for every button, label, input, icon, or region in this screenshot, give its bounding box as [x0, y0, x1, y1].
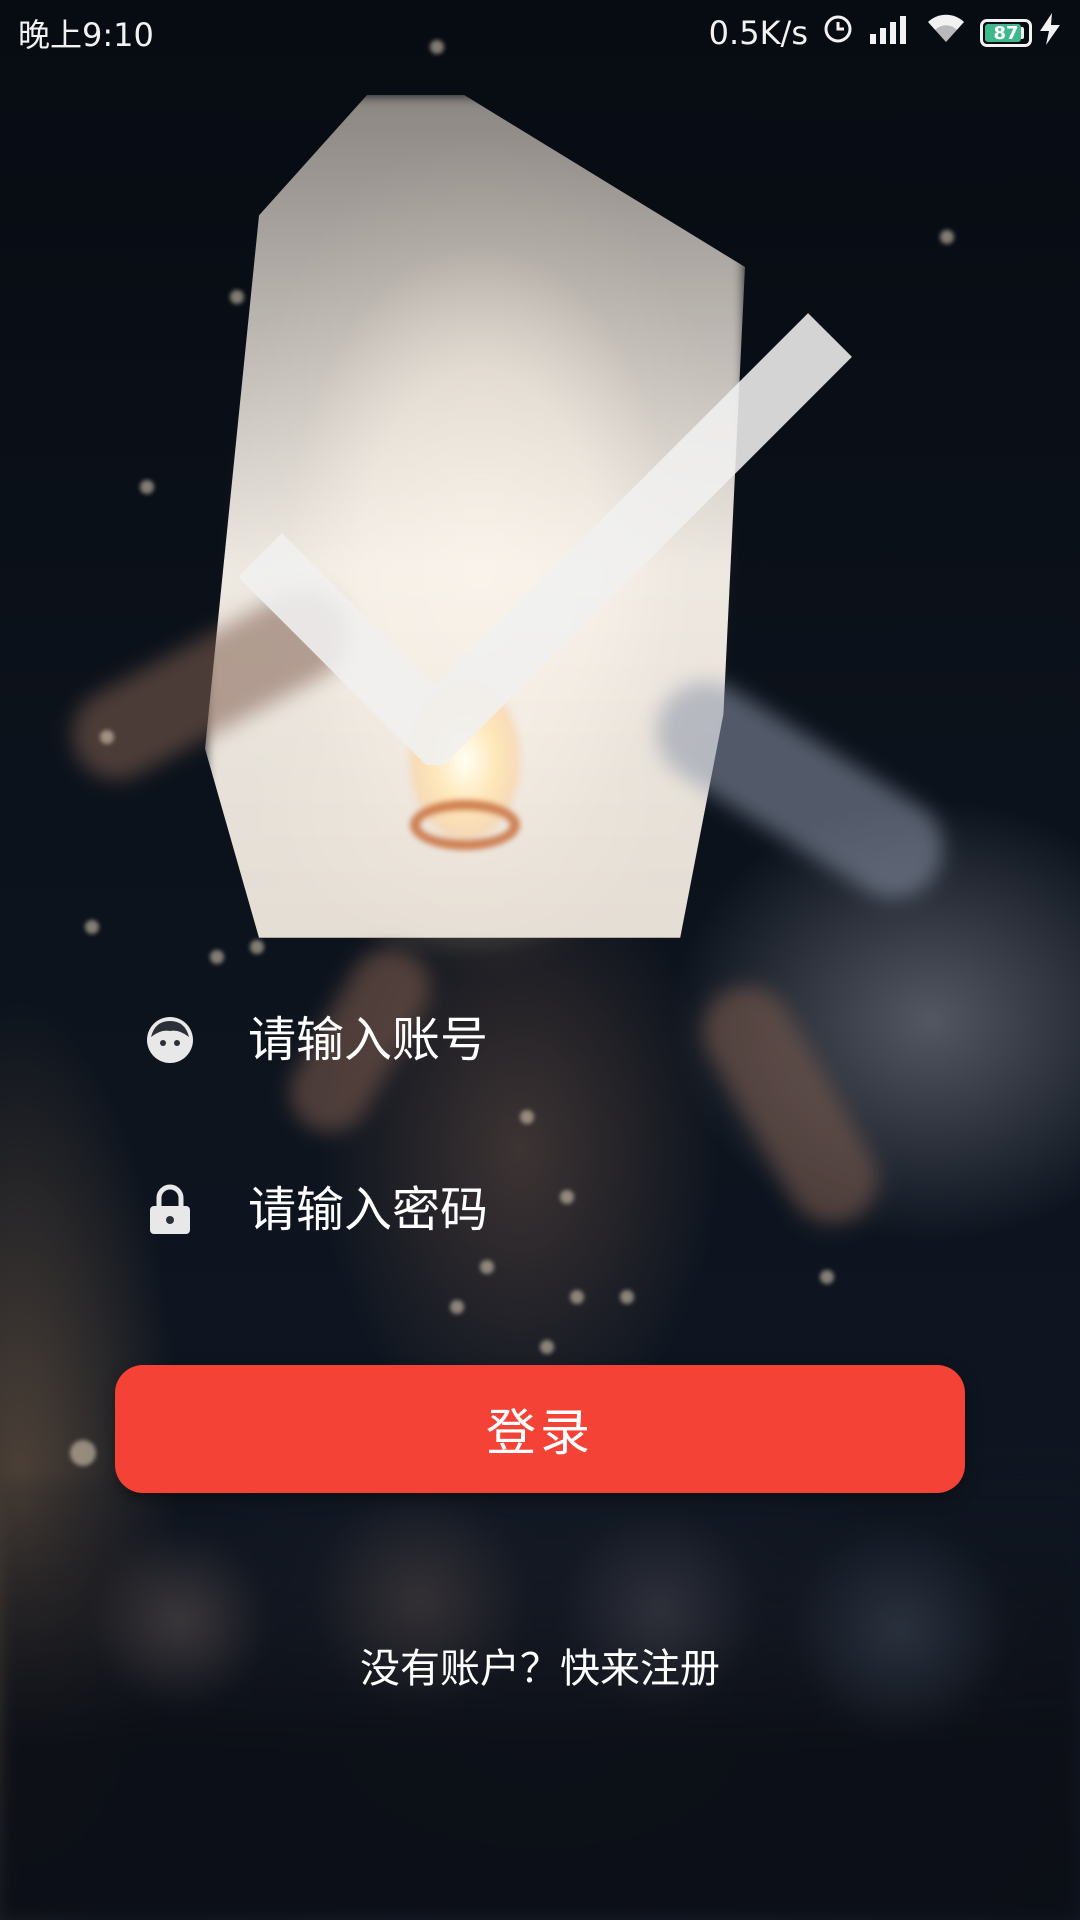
bokeh-light	[520, 1110, 534, 1124]
bokeh-light	[85, 920, 99, 934]
login-screen: 晚上9:10 0.5K/s 87 请输入账号 登录 没有账户？快来注册	[0, 0, 1080, 1920]
bokeh-light	[540, 1340, 554, 1354]
lock-icon	[140, 1180, 200, 1240]
bokeh-light	[450, 1300, 464, 1314]
status-bar: 晚上9:10 0.5K/s 87	[0, 0, 1080, 66]
bokeh-light	[70, 1440, 96, 1466]
alarm-icon	[822, 13, 854, 53]
password-input[interactable]	[248, 1182, 848, 1238]
battery-indicator: 87	[980, 19, 1032, 47]
user-face-icon	[140, 1010, 200, 1070]
background-crowd	[0, 1480, 1080, 1920]
bokeh-light	[820, 1270, 834, 1284]
register-link[interactable]: 没有账户？快来注册	[0, 1636, 1080, 1694]
bokeh-light	[210, 950, 224, 964]
bokeh-light	[570, 1290, 584, 1304]
bokeh-light	[140, 480, 154, 494]
bokeh-light	[940, 230, 954, 244]
wifi-icon	[926, 14, 966, 52]
bokeh-light	[480, 1260, 494, 1274]
bokeh-light	[250, 940, 264, 954]
password-field[interactable]	[140, 1170, 940, 1250]
account-field[interactable]	[140, 1000, 940, 1080]
lantern-burner	[410, 800, 520, 850]
login-button[interactable]: 登录	[115, 1365, 965, 1493]
status-icons: 0.5K/s 87	[709, 13, 1062, 53]
account-input[interactable]	[248, 1012, 848, 1068]
battery-icon: 87	[980, 19, 1032, 47]
battery-level: 87	[993, 22, 1019, 44]
network-speed: 0.5K/s	[708, 14, 808, 52]
checkmark-logo-icon	[238, 285, 860, 774]
bokeh-light	[620, 1290, 634, 1304]
bokeh-light	[100, 730, 114, 744]
charging-icon	[1038, 13, 1062, 53]
status-time: 晚上9:10	[18, 16, 154, 54]
signal-icon	[868, 14, 912, 52]
